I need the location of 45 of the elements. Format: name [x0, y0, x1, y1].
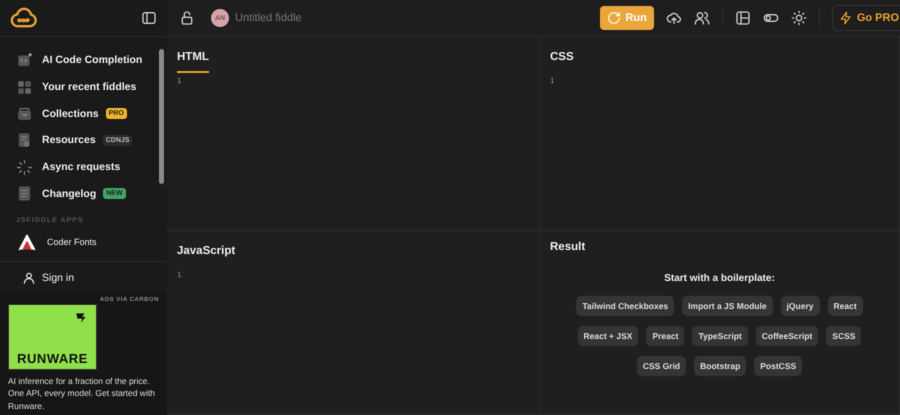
boilerplate-button[interactable]: Import a JS Module [682, 296, 773, 316]
boilerplate-button[interactable]: CoffeeScript [756, 326, 818, 346]
boilerplate-button[interactable]: SCSS [826, 326, 862, 346]
sidebar-toggle-icon[interactable] [141, 10, 157, 26]
panel-title: Result [550, 241, 586, 255]
editor-tab[interactable]: CSS [550, 51, 574, 73]
users-icon[interactable] [694, 10, 710, 26]
editor-tab[interactable]: JavaScript [177, 245, 236, 267]
cloud-upload-icon[interactable] [666, 10, 682, 26]
boilerplate-button[interactable]: React [828, 296, 863, 316]
person-icon [22, 270, 36, 284]
go-pro-button[interactable]: Go PRO [832, 5, 900, 31]
sidebar-item[interactable]: AI Code Completion [42, 54, 142, 66]
ad-banner[interactable]: RUNWARE [8, 304, 97, 370]
sun-icon[interactable] [790, 10, 807, 26]
letter-a-icon [16, 233, 38, 252]
boilerplate-button[interactable]: Preact [646, 326, 684, 346]
spinner-icon [16, 158, 33, 176]
brand-name: RUNWARE [17, 351, 88, 368]
boilerplate-button[interactable]: jQuery [780, 296, 820, 316]
boilerplate-button[interactable]: Bootstrap [694, 356, 746, 376]
sidebar-item[interactable]: Async requests [42, 161, 120, 174]
ad-text[interactable]: AI inference for a fraction of the price. One API, every model. Get started with Runware. [8, 375, 159, 412]
layout-icon[interactable] [734, 10, 751, 26]
document-icon [16, 185, 33, 202]
sidebar-item[interactable]: Resources [42, 134, 96, 146]
code-icon [16, 52, 33, 69]
sidebar-item[interactable]: Collections [42, 108, 99, 120]
boilerplate-button[interactable]: CSS Grid [636, 356, 686, 376]
boilerplate-button[interactable]: TypeScript [692, 326, 748, 346]
sidebar-item[interactable]: Your recent fiddles [42, 81, 136, 94]
padlock-icon[interactable] [179, 10, 195, 26]
app-link[interactable]: Coder Fonts [47, 237, 97, 248]
logo-mark-icon [74, 311, 88, 325]
boilerplate-heading: Start with a boilerplate: [664, 273, 775, 284]
fiddle-title[interactable]: Untitled fiddle [235, 12, 302, 24]
refresh-icon [607, 11, 622, 25]
boilerplate-button[interactable]: PostCSS [754, 356, 802, 376]
inbox-icon [16, 105, 33, 122]
boilerplate-button[interactable]: React + JSX [578, 326, 638, 346]
lightning-icon [838, 11, 853, 25]
sidebar-item[interactable]: Changelog [42, 188, 96, 200]
boilerplate-button[interactable]: Tailwind Checkboxes [576, 296, 674, 316]
grid-icon [16, 78, 33, 96]
editor-tab[interactable]: HTML [177, 51, 209, 73]
